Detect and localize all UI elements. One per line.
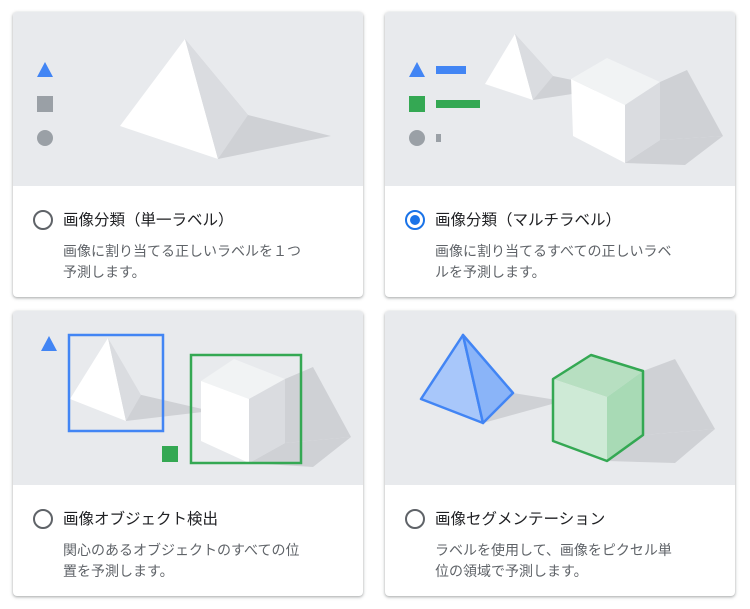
square-icon	[409, 96, 425, 112]
triangle-icon	[41, 336, 57, 351]
desc-line: ルを予測します。	[435, 265, 546, 281]
label-bar-blue	[436, 66, 466, 74]
segmentation-illustration	[385, 311, 735, 485]
option-description: 画像に割り当てるすべての正しいラベ ルを予測します。	[435, 242, 720, 284]
radio-single-label[interactable]	[33, 210, 53, 230]
label-bar-green	[436, 100, 480, 108]
desc-line: 予測します。	[63, 265, 146, 281]
desc-line: 画像に割り当てるすべての正しいラベ	[435, 244, 672, 260]
triangle-icon	[37, 62, 53, 77]
option-description: 関心のあるオブジェクトのすべての位 置を予測します。	[63, 541, 348, 583]
triangle-icon	[409, 62, 425, 77]
label-bar-gray	[436, 134, 441, 142]
object-detection-illustration	[13, 311, 363, 485]
option-title: 画像セグメンテーション	[435, 510, 606, 528]
radio-segmentation[interactable]	[405, 509, 425, 529]
desc-line: ラベルを使用して、画像をピクセル単	[435, 543, 672, 559]
desc-line: 画像に割り当てる正しいラベルを１つ	[63, 244, 301, 260]
circle-icon	[409, 130, 425, 146]
option-card-single-label[interactable]: 画像分類（単一ラベル） 画像に割り当てる正しいラベルを１つ 予測します。	[13, 12, 363, 297]
radio-multi-label[interactable]	[405, 210, 425, 230]
option-card-object-detection[interactable]: 画像オブジェクト検出 関心のあるオブジェクトのすべての位 置を予測します。	[13, 311, 363, 596]
radio-object-detection[interactable]	[33, 509, 53, 529]
single-label-illustration	[13, 12, 363, 186]
square-icon	[162, 446, 178, 462]
option-description: 画像に割り当てる正しいラベルを１つ 予測します。	[63, 242, 348, 284]
desc-line: 関心のあるオブジェクトのすべての位	[63, 543, 300, 559]
square-icon	[37, 96, 53, 112]
option-card-segmentation[interactable]: 画像セグメンテーション ラベルを使用して、画像をピクセル単 位の領域で予測します…	[385, 311, 735, 596]
option-description: ラベルを使用して、画像をピクセル単 位の領域で予測します。	[435, 541, 720, 583]
desc-line: 位の領域で予測します。	[435, 564, 588, 580]
option-title: 画像オブジェクト検出	[63, 510, 219, 528]
desc-line: 置を予測します。	[63, 564, 174, 580]
option-card-multi-label[interactable]: 画像分類（マルチラベル） 画像に割り当てるすべての正しいラベ ルを予測します。	[385, 12, 735, 297]
option-title: 画像分類（マルチラベル）	[435, 211, 622, 229]
multi-label-illustration	[385, 12, 735, 186]
circle-icon	[37, 130, 53, 146]
option-title: 画像分類（単一ラベル）	[63, 211, 234, 229]
